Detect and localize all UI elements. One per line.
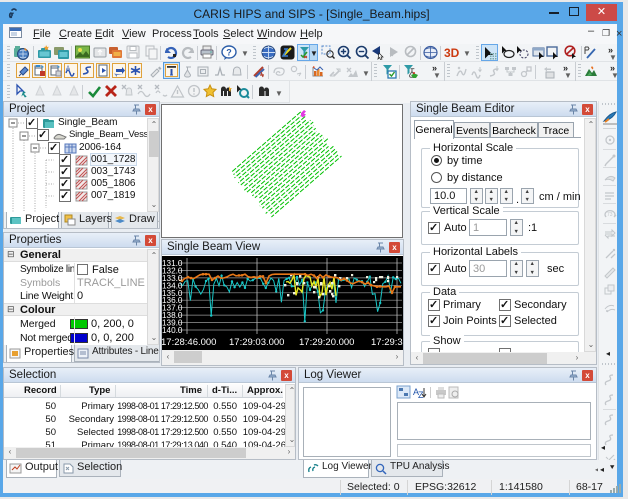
svg-text:17:29:20.000: 17:29:20.000 [299,337,354,348]
svg-text:140.0: 140.0 [162,326,183,335]
svg-text:17:29:37: 17:29:37 [371,337,404,348]
svg-text:17:28:46.000: 17:28:46.000 [161,337,216,348]
svg-text:17:29:03.000: 17:29:03.000 [229,337,284,348]
